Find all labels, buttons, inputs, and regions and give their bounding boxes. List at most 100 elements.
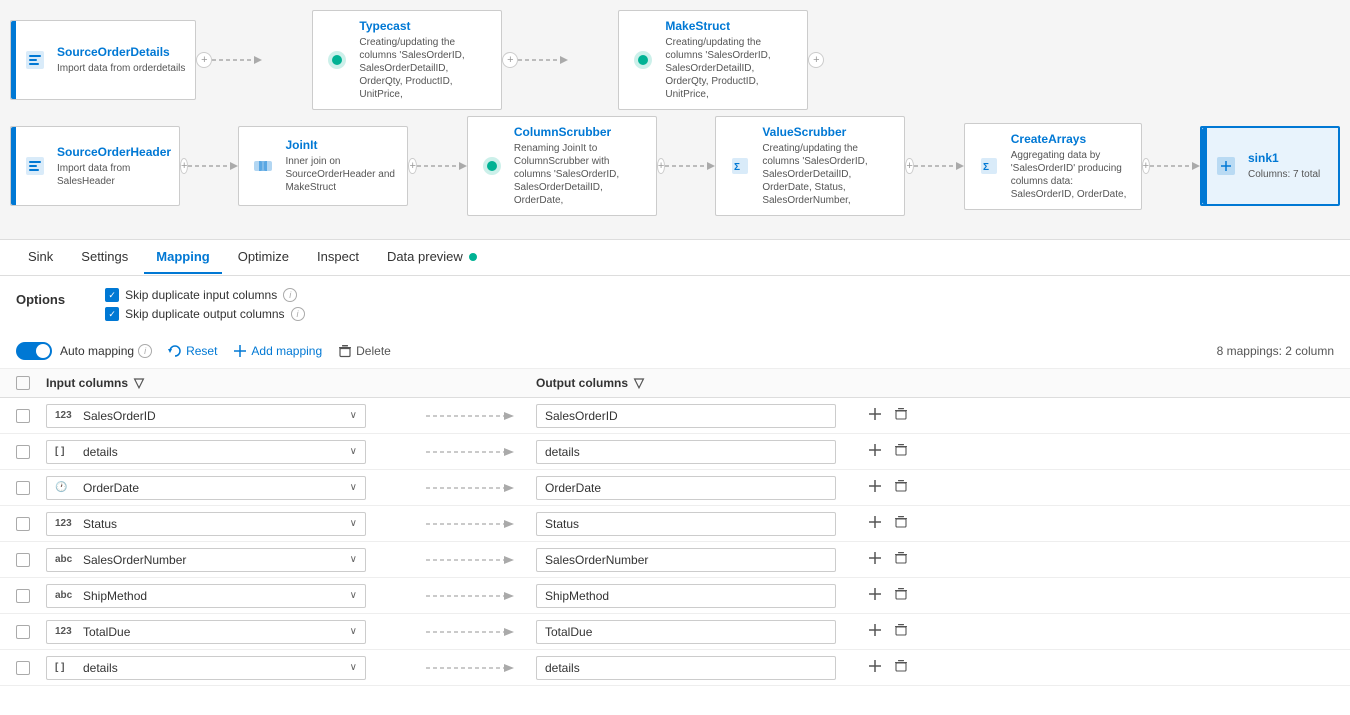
delete-row-btn-4[interactable] [892, 513, 910, 534]
type-icon-7: 123 [55, 626, 77, 637]
tab-inspect[interactable]: Inspect [305, 241, 371, 274]
input-select-7[interactable]: 123 TotalDue ∨ [46, 620, 366, 644]
tab-optimize[interactable]: Optimize [226, 241, 301, 274]
add-row-btn-2[interactable] [866, 441, 884, 462]
input-select-5[interactable]: abc SalesOrderNumber ∨ [46, 548, 366, 572]
delete-row-btn-2[interactable] [892, 441, 910, 462]
node-value-scrubber[interactable]: Σ ValueScrubber Creating/updating the co… [715, 116, 905, 216]
output-input-4[interactable] [536, 512, 836, 536]
node-create-arrays[interactable]: Σ CreateArrays Aggregating data by 'Sale… [964, 123, 1142, 210]
row-checkbox-6[interactable] [16, 589, 30, 603]
node-icon-sink1 [1212, 152, 1240, 180]
input-select-6[interactable]: abc ShipMethod ∨ [46, 584, 366, 608]
auto-mapping-info[interactable]: i [138, 344, 152, 358]
node-sink1[interactable]: sink1 Columns: 7 total [1200, 126, 1340, 206]
node-column-scrubber[interactable]: ColumnScrubber Renaming JoinIt to Column… [467, 116, 657, 216]
node-join-it[interactable]: JoinIt Inner join on SourceOrderHeader a… [238, 126, 408, 206]
add-row-btn-8[interactable] [866, 657, 884, 678]
input-select-2[interactable]: [ ] details ∨ [46, 440, 366, 464]
add-after-typecast[interactable]: + [502, 52, 518, 68]
reset-button[interactable]: Reset [168, 344, 217, 358]
node-desc-sink1: Columns: 7 total [1248, 168, 1328, 181]
row-checkbox-7[interactable] [16, 625, 30, 639]
output-input-7[interactable] [536, 620, 836, 644]
output-input-6[interactable] [536, 584, 836, 608]
add-after-source-header[interactable]: + [180, 158, 188, 174]
tab-data-preview[interactable]: Data preview [375, 241, 489, 274]
table-row: 🕐 OrderDate ∨ [0, 470, 1350, 506]
node-icon-source-header [21, 152, 49, 180]
add-row-btn-1[interactable] [866, 405, 884, 426]
select-all-checkbox[interactable] [16, 376, 30, 390]
row-checkbox-8[interactable] [16, 661, 30, 675]
table-row: 123 Status ∨ [0, 506, 1350, 542]
delete-button[interactable]: Delete [338, 344, 391, 358]
input-select-3[interactable]: 🕐 OrderDate ∨ [46, 476, 366, 500]
skip-output-checkbox[interactable]: ✓ [105, 307, 119, 321]
add-row-btn-7[interactable] [866, 621, 884, 642]
add-after-column-scrubber[interactable]: + [657, 158, 665, 174]
node-make-struct[interactable]: MakeStruct Creating/updating the columns… [618, 10, 808, 110]
mapping-arrow-1 [426, 409, 516, 423]
output-input-2[interactable] [536, 440, 836, 464]
row-checkbox-3[interactable] [16, 481, 30, 495]
tab-mapping[interactable]: Mapping [144, 241, 221, 274]
row-checkbox-1[interactable] [16, 409, 30, 423]
delete-row-btn-7[interactable] [892, 621, 910, 642]
dropdown-caret-3[interactable]: ∨ [350, 482, 357, 493]
node-desc-value-scrubber: Creating/updating the columns 'SalesOrde… [762, 142, 894, 207]
input-filter-icon[interactable]: ▽ [134, 375, 144, 391]
arrow-h3-h4 [665, 158, 715, 174]
dropdown-caret-4[interactable]: ∨ [350, 518, 357, 529]
skip-output-info[interactable]: i [291, 307, 305, 321]
node-typecast[interactable]: Typecast Creating/updating the columns '… [312, 10, 502, 110]
type-icon-8: [ ] [55, 662, 77, 673]
delete-row-btn-1[interactable] [892, 405, 910, 426]
input-select-8[interactable]: [ ] details ∨ [46, 656, 366, 680]
delete-row-btn-8[interactable] [892, 657, 910, 678]
row-checkbox-2[interactable] [16, 445, 30, 459]
output-input-5[interactable] [536, 548, 836, 572]
add-row-btn-6[interactable] [866, 585, 884, 606]
dropdown-caret-2[interactable]: ∨ [350, 446, 357, 457]
node-title-create-arrays: CreateArrays [1011, 132, 1131, 146]
type-icon-5: abc [55, 554, 77, 565]
dropdown-caret-8[interactable]: ∨ [350, 662, 357, 673]
add-after-value-scrubber[interactable]: + [905, 158, 913, 174]
add-after-source-details[interactable]: + [196, 52, 212, 68]
output-input-1[interactable] [536, 404, 836, 428]
tab-sink[interactable]: Sink [16, 241, 65, 274]
node-desc-make-struct: Creating/updating the columns 'SalesOrde… [665, 36, 797, 101]
dropdown-caret-1[interactable]: ∨ [350, 410, 357, 421]
skip-input-checkbox[interactable]: ✓ [105, 288, 119, 302]
node-source-order-details[interactable]: SourceOrderDetails Import data from orde… [10, 20, 196, 100]
input-select-1[interactable]: 123 SalesOrderID ∨ [46, 404, 366, 428]
delete-row-btn-3[interactable] [892, 477, 910, 498]
add-after-join-it[interactable]: + [408, 158, 416, 174]
row-checkbox-5[interactable] [16, 553, 30, 567]
dropdown-caret-5[interactable]: ∨ [350, 554, 357, 565]
skip-input-info[interactable]: i [283, 288, 297, 302]
output-input-3[interactable] [536, 476, 836, 500]
output-input-8[interactable] [536, 656, 836, 680]
node-source-order-header[interactable]: SourceOrderHeader Import data from Sales… [10, 126, 180, 206]
dropdown-caret-7[interactable]: ∨ [350, 626, 357, 637]
add-row-btn-4[interactable] [866, 513, 884, 534]
node-title-sink1: sink1 [1248, 151, 1328, 165]
tab-settings[interactable]: Settings [69, 241, 140, 274]
add-mapping-button[interactable]: Add mapping [233, 344, 322, 358]
node-icon-source-details [21, 46, 49, 74]
input-columns-header: Input columns [46, 376, 128, 390]
add-row-btn-3[interactable] [866, 477, 884, 498]
add-after-create-arrays[interactable]: + [1142, 158, 1150, 174]
input-select-4[interactable]: 123 Status ∨ [46, 512, 366, 536]
delete-row-btn-5[interactable] [892, 549, 910, 570]
output-filter-icon[interactable]: ▽ [634, 375, 644, 391]
delete-row-btn-6[interactable] [892, 585, 910, 606]
row-checkbox-4[interactable] [16, 517, 30, 531]
arrow-1-2 [212, 52, 312, 68]
dropdown-caret-6[interactable]: ∨ [350, 590, 357, 601]
auto-mapping-toggle[interactable] [16, 342, 52, 360]
add-after-make-struct[interactable]: + [808, 52, 824, 68]
add-row-btn-5[interactable] [866, 549, 884, 570]
